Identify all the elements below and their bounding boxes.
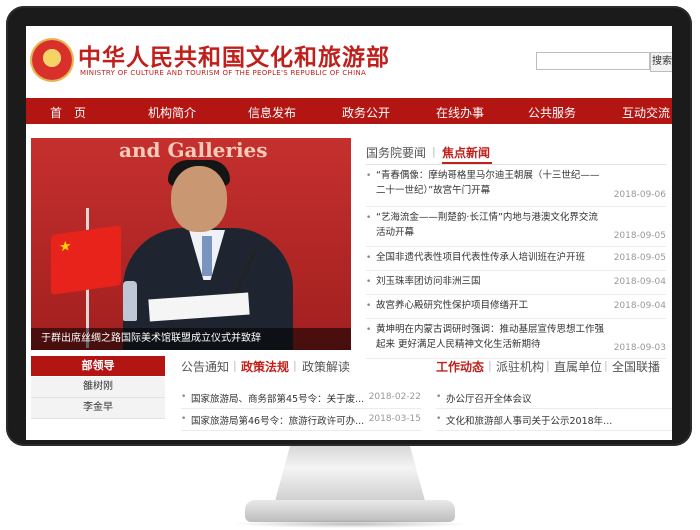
bullet-icon: •	[366, 253, 372, 263]
monitor-frame: ★ 中华人民共和国文化和旅游部 MINISTRY OF CULTURE AND …	[6, 6, 692, 446]
list-item[interactable]: • “青春偶像：摩纳哥格里马尔迪王朝展（十三世纪——二十一世纪）”故宫午门开幕 …	[366, 168, 666, 207]
bullet-icon: •	[366, 277, 372, 287]
nav-item-online-service[interactable]: 在线办事	[436, 104, 484, 121]
china-flag-icon: ★	[51, 225, 121, 295]
search-button[interactable]: 搜索	[650, 52, 672, 72]
work-title[interactable]: 办公厅召开全体会议	[446, 391, 532, 405]
speaker-head	[171, 166, 227, 232]
bullet-icon: •	[366, 213, 372, 223]
tab-policies[interactable]: 政策法规	[241, 358, 289, 375]
browser-screen: ★ 中华人民共和国文化和旅游部 MINISTRY OF CULTURE AND …	[26, 26, 672, 440]
leader-name[interactable]: 雒树刚	[31, 377, 165, 398]
list-item[interactable]: • 国家旅游局第46号令：旅游行政许可办... 2018-03-15	[181, 412, 421, 431]
site-header: ★ 中华人民共和国文化和旅游部 MINISTRY OF CULTURE AND …	[26, 26, 672, 96]
bullet-icon: •	[181, 414, 187, 424]
tab-focus-news[interactable]: 焦点新闻	[442, 144, 490, 161]
work-tabs: 工作动态 | 派驻机构 | 直属单位 | 全国联播	[436, 358, 672, 380]
tab-separator: |	[604, 359, 608, 372]
news-title[interactable]: 黄坤明在内蒙古调研时强调：推动基层宣传思想工作强起来 更好满足人民精神文化生活新…	[376, 322, 604, 352]
news-tabs: 国务院要闻 | 焦点新闻	[366, 144, 666, 165]
tab-national-broadcast[interactable]: 全国联播	[612, 358, 660, 375]
tab-announcements[interactable]: 公告通知	[181, 358, 229, 375]
policy-title[interactable]: 国家旅游局、商务部第45号令：关于废...	[191, 391, 364, 405]
policy-date: 2018-03-15	[368, 414, 421, 424]
policy-title[interactable]: 国家旅游局第46号令：旅游行政许可办...	[191, 413, 364, 427]
list-item[interactable]: • “艺海流金——荆楚韵·长江情”内地与港澳文化界交流活动开幕 2018-09-…	[366, 210, 666, 247]
monitor-stand-base	[245, 500, 455, 522]
bullet-icon: •	[366, 301, 372, 311]
news-title[interactable]: “青春偶像：摩纳哥格里马尔迪王朝展（十三世纪——二十一世纪）”故宫午门开幕	[376, 168, 604, 198]
water-bottle	[123, 281, 137, 321]
nav-item-home[interactable]: 首 页	[50, 104, 86, 121]
leaders-header[interactable]: 部领导	[31, 356, 165, 376]
tab-separator: |	[293, 359, 297, 372]
bullet-icon: •	[181, 392, 187, 402]
hero-background-text: and Galleries	[119, 138, 268, 162]
search-input[interactable]	[536, 52, 650, 70]
news-date: 2018-09-06	[613, 190, 666, 200]
news-title[interactable]: 故宫养心殿研究性保护项目修缮开工	[376, 298, 604, 313]
nav-item-gov-affairs[interactable]: 政务公开	[342, 104, 390, 121]
list-item[interactable]: • 故宫养心殿研究性保护项目修缮开工 2018-09-04	[366, 298, 666, 319]
tab-state-council-news[interactable]: 国务院要闻	[366, 144, 426, 161]
list-item[interactable]: • 文化和旅游部人事司关于公示2018年...	[436, 412, 672, 431]
news-date: 2018-09-03	[613, 343, 666, 353]
bullet-icon: •	[436, 392, 442, 402]
tab-separator: |	[488, 359, 492, 372]
work-title[interactable]: 文化和旅游部人事司关于公示2018年...	[446, 413, 612, 427]
list-item[interactable]: • 刘玉珠率团访问非洲三国 2018-09-04	[366, 274, 666, 295]
hero-caption[interactable]: 于群出席丝绸之路国际美术馆联盟成立仪式并致辞	[31, 328, 351, 350]
nav-item-public-service[interactable]: 公共服务	[528, 104, 576, 121]
news-date: 2018-09-05	[613, 231, 666, 241]
tab-separator: |	[233, 359, 237, 372]
tab-separator: |	[546, 359, 550, 372]
list-item[interactable]: • 国家旅游局、商务部第45号令：关于废... 2018-02-22	[181, 390, 421, 409]
site-title[interactable]: 中华人民共和国文化和旅游部	[78, 38, 390, 72]
tab-stationed-agencies[interactable]: 派驻机构	[496, 358, 544, 375]
news-date: 2018-09-04	[613, 301, 666, 311]
news-title[interactable]: 刘玉珠率团访问非洲三国	[376, 274, 604, 289]
speaker-tie	[202, 236, 212, 276]
bullet-icon: •	[436, 414, 442, 424]
list-item[interactable]: • 办公厅召开全体会议	[436, 390, 672, 409]
site-subtitle: MINISTRY OF CULTURE AND TOURISM OF THE P…	[80, 69, 367, 77]
nav-item-interaction[interactable]: 互动交流	[622, 104, 670, 121]
list-item[interactable]: • 全国非遗代表性项目代表性传承人培训班在沪开班 2018-09-05	[366, 250, 666, 271]
nav-item-news[interactable]: 信息发布	[248, 104, 296, 121]
bullet-icon: •	[366, 325, 372, 335]
leader-name[interactable]: 李金早	[31, 398, 165, 419]
tab-work-updates[interactable]: 工作动态	[436, 358, 484, 375]
policy-date: 2018-02-22	[368, 392, 421, 402]
bullet-icon: •	[366, 171, 372, 181]
monitor-shadow	[230, 520, 470, 528]
hero-photo[interactable]: and Galleries ★ 于群出席丝绸之路国际美术馆联盟成立仪式并致辞	[31, 138, 351, 350]
national-emblem-icon: ★	[32, 40, 72, 80]
tab-policy-interpretation[interactable]: 政策解读	[302, 358, 350, 375]
monitor-stand-neck	[275, 446, 425, 501]
tab-separator: |	[432, 145, 436, 158]
news-date: 2018-09-04	[613, 277, 666, 287]
news-title[interactable]: 全国非遗代表性项目代表性传承人培训班在沪开班	[376, 250, 604, 265]
news-date: 2018-09-05	[613, 253, 666, 263]
nav-item-about[interactable]: 机构简介	[148, 104, 196, 121]
news-title[interactable]: “艺海流金——荆楚韵·长江情”内地与港澳文化界交流活动开幕	[376, 210, 604, 240]
policy-tabs: 公告通知 | 政策法规 | 政策解读	[181, 358, 421, 380]
list-item[interactable]: • 黄坤明在内蒙古调研时强调：推动基层宣传思想工作强起来 更好满足人民精神文化生…	[366, 322, 666, 359]
active-tab-underline	[442, 162, 492, 164]
main-nav: 首 页 机构简介 信息发布 政务公开 在线办事 公共服务 互动交流	[26, 98, 672, 124]
tab-affiliated-units[interactable]: 直属单位	[554, 358, 602, 375]
